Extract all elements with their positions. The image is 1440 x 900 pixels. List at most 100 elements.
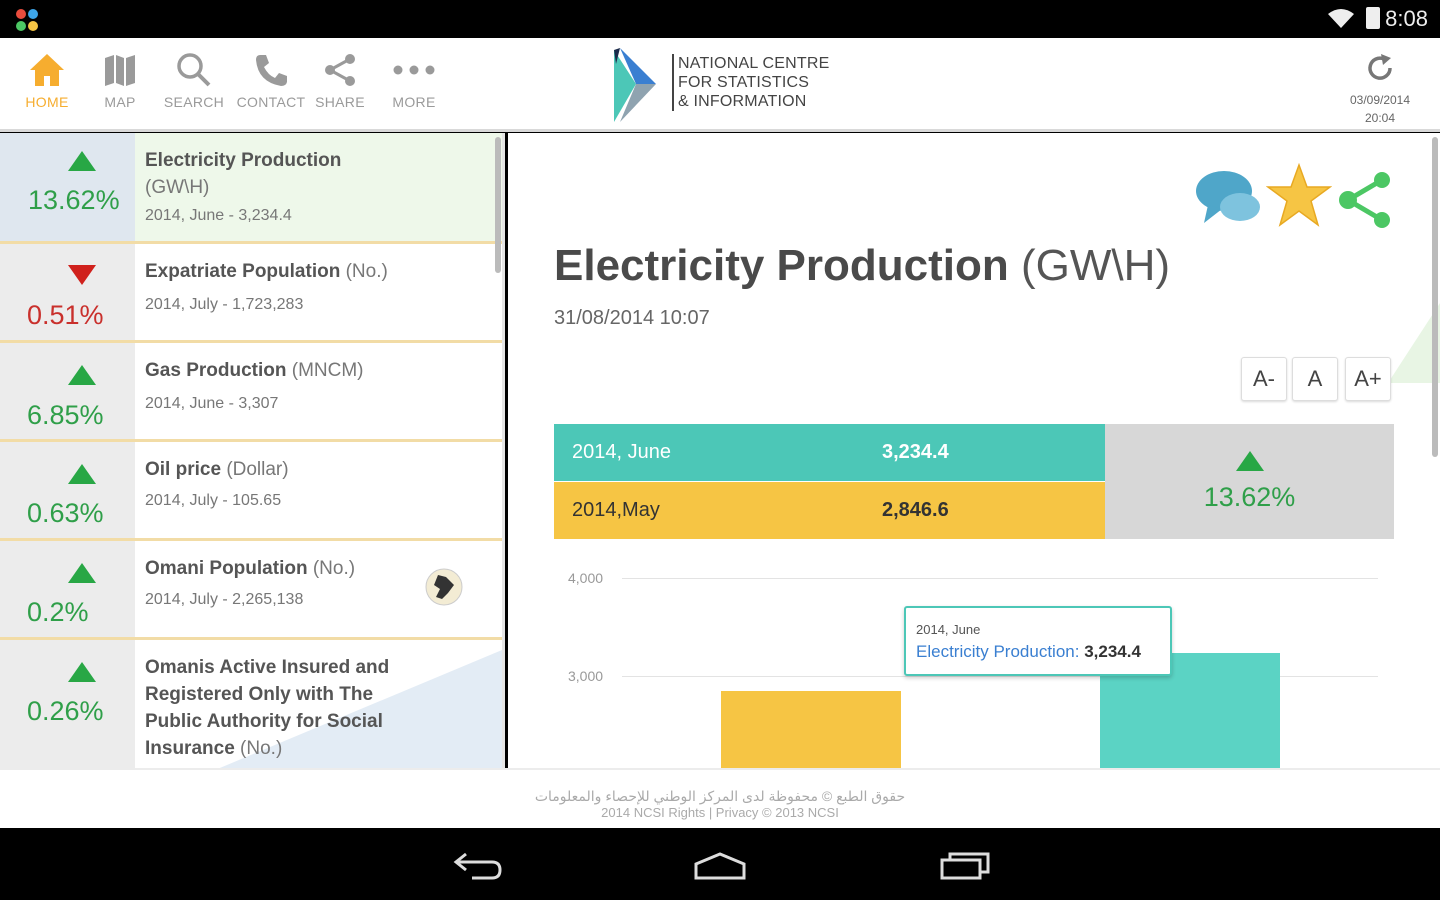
indicator-unit: (No.) [345,261,388,282]
logo-line-3: & INFORMATION [678,93,807,110]
home-icon [30,54,64,86]
nav-more-label: MORE [392,94,436,110]
indicator-detail: 2014, July - 1,723,283 [145,296,304,313]
list-scrollbar[interactable] [495,137,501,273]
refresh-button[interactable]: 03/09/2014 20:04 [1340,52,1420,127]
phone-icon [256,55,287,86]
chart-bar-may[interactable] [721,691,901,768]
star-icon[interactable] [1266,163,1332,229]
tooltip-series-name: Electricity Production: [916,642,1080,661]
indicator-unit: (Dollar) [226,459,289,480]
indicator-item-omani-population[interactable]: 0.2% Omani Population (No.) 2014, July -… [0,541,502,640]
refresh-time: 20:04 [1364,111,1396,125]
font-decrease-button[interactable]: A- [1241,357,1287,401]
indicator-change-cell: 13.62% [0,133,135,241]
indicator-title: Oil price (Dollar) [145,456,445,483]
indicator-title: Expatriate Population (No.) [145,258,445,285]
battery-icon [1366,7,1380,29]
nav-more[interactable]: MORE [376,52,452,110]
change-cell: 13.62% [1105,424,1394,539]
indicator-change: 0.2% [27,597,89,627]
y-tick-label: 4,000 [568,570,604,586]
tooltip-value: 3,234.4 [1084,642,1141,661]
bar-chart: 4,000 3,000 2014, June Electricity Produ… [554,553,1394,768]
up-arrow-icon [68,365,96,385]
nav-map[interactable]: MAP [82,52,158,110]
indicator-item-electricity[interactable]: 13.62% Electricity Production (GW\H) 2014… [0,133,502,244]
indicator-change-cell: 0.63% [0,442,135,538]
current-value: 3,234.4 [882,441,949,463]
indicator-detail: 2014, July - 105.65 [145,492,282,509]
indicator-item-omanis-insured[interactable]: 0.26% Omanis Active Insured and Register… [0,640,502,768]
up-arrow-icon [68,464,96,484]
indicator-detail: 2014, June - 3,234.4 [145,207,292,224]
system-navbar [0,828,1440,900]
footer-english[interactable]: 2014 NCSI Rights | Privacy © 2013 NCSI [0,805,1440,820]
detail-scrollbar[interactable] [1432,137,1438,457]
oman-map-icon [425,568,463,606]
indicator-item-oil[interactable]: 0.63% Oil price (Dollar) 2014, July - 10… [0,442,502,541]
change-value: 13.62% [1203,482,1296,512]
tooltip-period: 2014, June [916,622,981,637]
nav-home[interactable]: HOME [9,52,85,110]
home-nav-icon[interactable] [692,850,748,880]
indicator-list: 13.62% Electricity Production (GW\H) 2014… [0,133,505,768]
indicator-change-cell: 0.2% [0,541,135,637]
nav-contact-label: CONTACT [236,94,306,110]
share-icon [325,54,355,86]
font-reset-button[interactable]: A [1292,357,1338,401]
indicator-name: Gas Production [145,360,287,381]
detail-title: Electricity Production (GW\H) [554,241,1170,291]
up-arrow-icon [1236,451,1264,471]
refresh-icon [1368,54,1392,80]
status-bar: 8:08 [0,0,1440,38]
nav-contact[interactable]: CONTACT [233,52,309,110]
chart-tooltip: 2014, June Electricity Production: 3,234… [904,606,1172,676]
up-arrow-icon [68,151,96,171]
nav-search-label: SEARCH [163,94,225,110]
gridline [622,578,1378,579]
indicator-title: Omani Population (No.) [145,555,445,582]
previous-period-row: 2014,May 2,846.6 [554,482,1105,539]
comparison-table: 2014, June 3,234.4 2014,May 2,846.6 13.6… [554,424,1394,539]
share-icon[interactable] [1338,171,1394,229]
detail-date: 31/08/2014 10:07 [554,307,710,329]
nav-search[interactable]: SEARCH [156,52,232,110]
nav-map-label: MAP [104,94,136,110]
back-icon[interactable] [452,850,504,880]
indicator-detail: 2014, July - 2,265,138 [145,591,304,608]
logo-line-2: FOR STATISTICS [678,74,810,91]
nav-home-label: HOME [25,94,69,110]
up-arrow-icon [68,662,96,682]
font-decrease-label: A- [1253,366,1275,391]
comment-icon[interactable] [1194,167,1264,229]
footer-arabic: حقوق الطبع © محفوظة لدى المركز الوطني لل… [534,788,906,804]
nav-share[interactable]: SHARE [302,52,378,110]
tooltip-series: Electricity Production: 3,234.4 [916,642,1160,662]
nav-share-label: SHARE [315,94,365,110]
indicator-item-gas[interactable]: 6.85% Gas Production (MNCM) 2014, June -… [0,343,502,442]
font-increase-button[interactable]: A+ [1345,357,1391,401]
detail-title-unit: (GW\H) [1021,241,1171,290]
logo-line-1: NATIONAL CENTRE [678,55,830,72]
indicator-change-cell: 0.26% [0,640,135,768]
footer: حقوق الطبع © محفوظة لدى المركز الوطني لل… [0,768,1440,828]
detail-panel: Electricity Production (GW\H) 31/08/2014… [508,133,1440,768]
previous-value: 2,846.6 [882,499,949,521]
search-icon [177,53,211,87]
more-icon [393,65,435,75]
app-header: HOME MAP SEARCH CONTACT SHARE MORE NATIO… [0,38,1440,132]
recents-icon[interactable] [938,850,992,880]
indicator-detail: 2014, June - 3,307 [145,395,279,412]
ncsi-logo-mark [614,48,656,122]
indicator-unit: (GW\H) [145,177,210,198]
indicator-change-cell: 6.85% [0,343,135,439]
refresh-date: 03/09/2014 [1349,93,1411,107]
status-time: 8:08 [1385,6,1428,31]
previous-period: 2014,May [572,499,660,521]
indicator-item-expatriate[interactable]: 0.51% Expatriate Population (No.) 2014, … [0,244,502,343]
detail-title-name: Electricity Production [554,241,1009,290]
indicator-change: 6.85% [27,400,104,430]
detail-actions [1194,163,1394,233]
indicator-name: Electricity Production [145,150,342,171]
